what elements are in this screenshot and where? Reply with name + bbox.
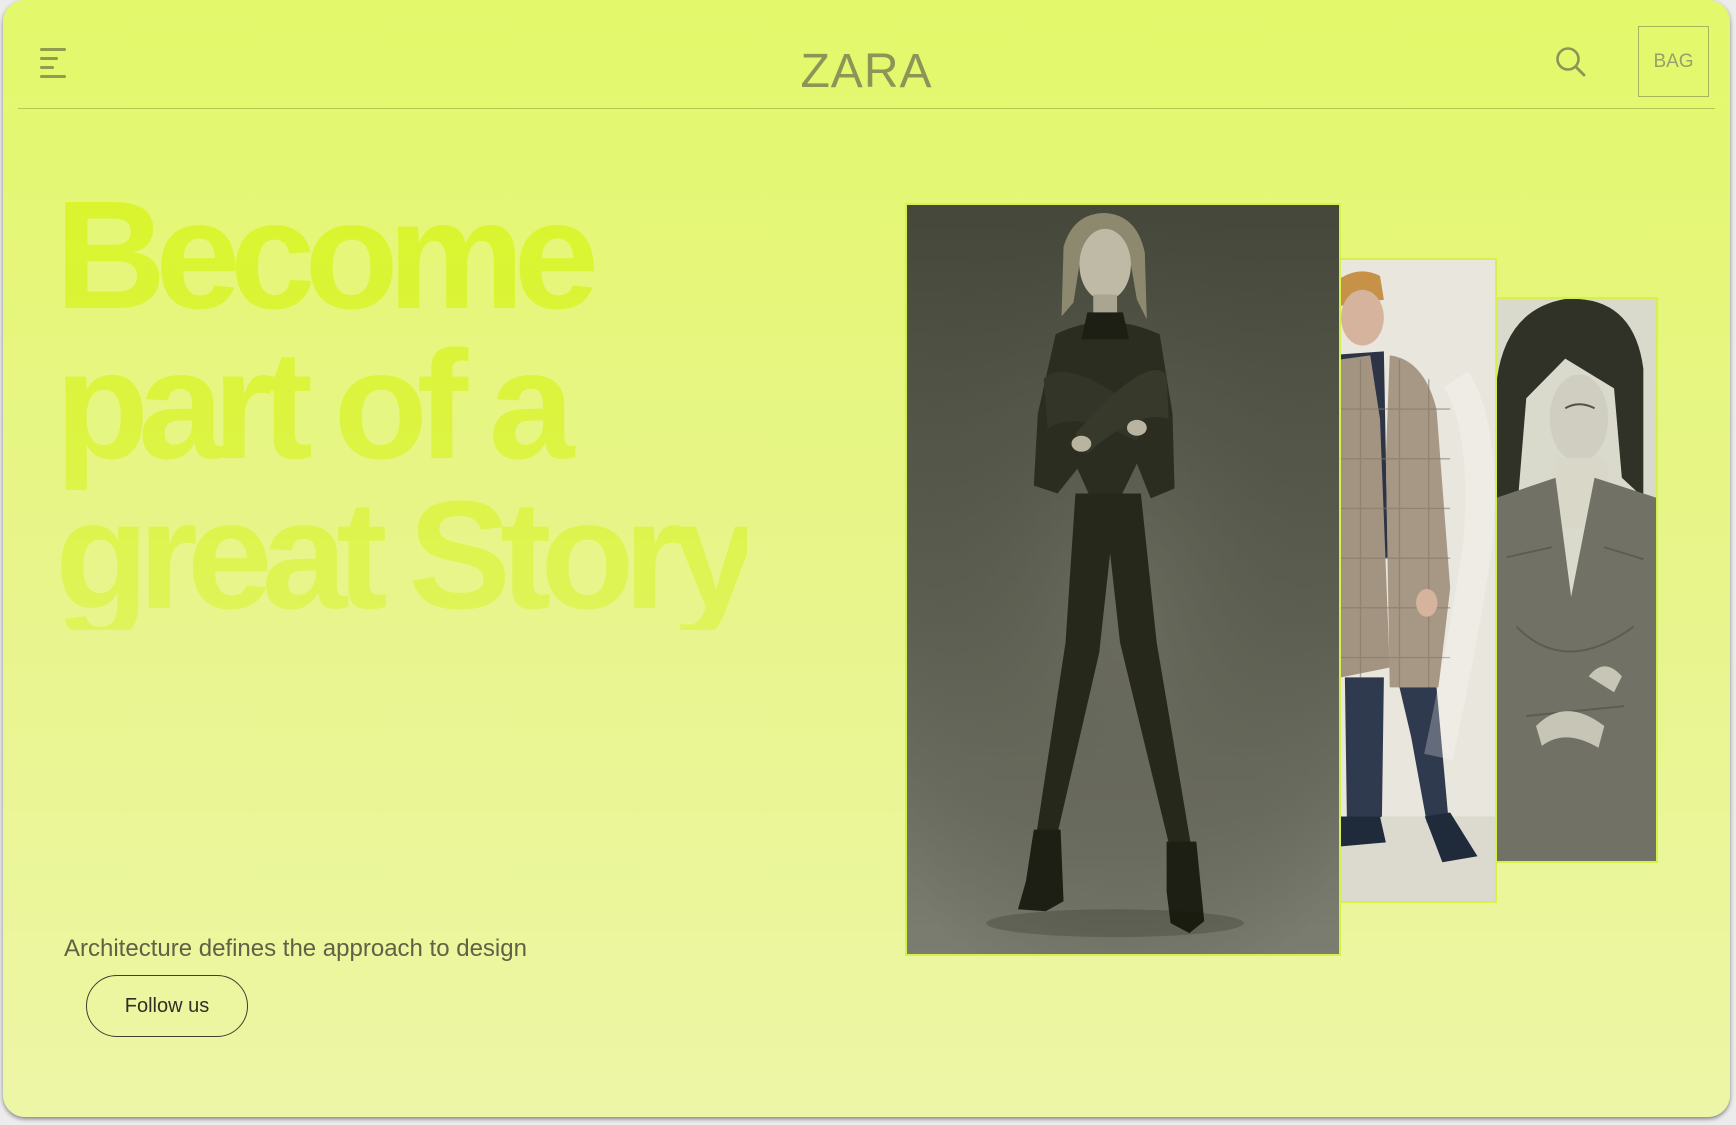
gallery-image-woman-denim-jacket[interactable] [1495, 297, 1658, 863]
brand-logo[interactable]: ZARA [18, 44, 1715, 99]
hero-headline-line-1: Become [55, 169, 589, 341]
follow-us-button[interactable]: Follow us [86, 975, 248, 1037]
app-window: ZARA BAG Become part of a great Story Ar… [3, 0, 1730, 1117]
gallery-image-woman-leather-jacket[interactable] [905, 203, 1341, 956]
hero-headline: Become part of a great Story [55, 180, 747, 630]
search-icon[interactable] [1555, 46, 1587, 78]
hero-headline-line-3: great Story [55, 469, 748, 641]
hero-headline-line-2: part of a [55, 319, 564, 491]
gallery-image-man-check-coat[interactable] [1339, 258, 1497, 903]
shopping-bag-button[interactable]: BAG [1638, 26, 1709, 97]
hero-tagline: Architecture defines the approach to des… [64, 935, 527, 962]
top-navigation-bar: ZARA BAG [18, 0, 1715, 109]
